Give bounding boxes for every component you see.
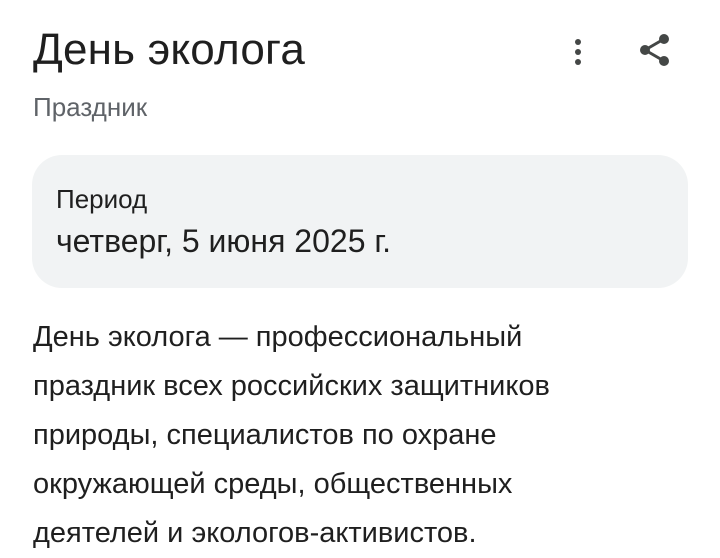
period-card: Период четверг, 5 июня 2025 г. <box>32 155 688 288</box>
entity-type-subtitle: Праздник <box>33 92 148 122</box>
description-line: праздник всех российских защитников <box>33 370 550 402</box>
entity-header: День эколога Праздник <box>33 22 693 132</box>
description-line: деятелей и экологов-активистов. <box>33 517 477 549</box>
period-value: четверг, 5 июня 2025 г. <box>56 223 392 259</box>
more-vert-icon <box>575 39 581 65</box>
period-label: Период <box>56 184 148 214</box>
share-icon <box>640 34 669 66</box>
page-title: День эколога <box>33 25 306 74</box>
more-options-button[interactable] <box>556 30 600 74</box>
share-button[interactable] <box>633 28 677 72</box>
description-line: окружающей среды, общественных <box>33 468 513 500</box>
description-text: День эколога — профессиональный праздник… <box>33 313 673 558</box>
description-line: День эколога — профессиональный <box>33 321 523 353</box>
description-line: природы, специалистов по охране <box>33 419 497 451</box>
